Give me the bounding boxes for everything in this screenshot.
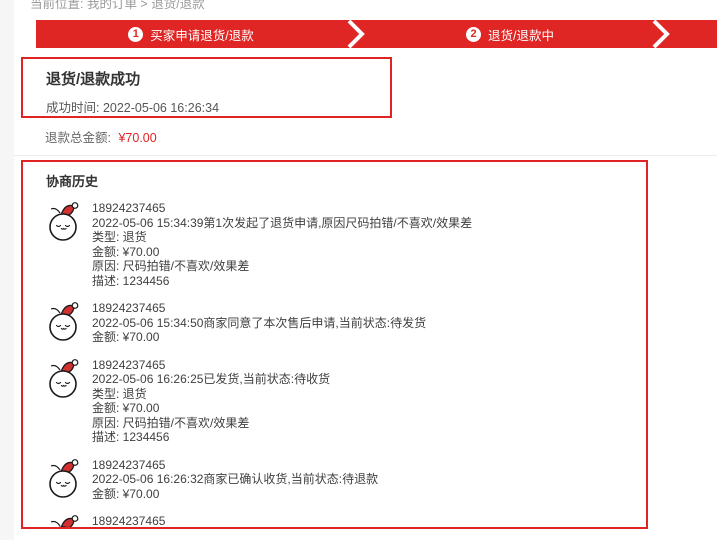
stepper-step-2: 2 退货/退款中 [366,20,654,48]
step-2-number-badge: 2 [466,27,481,42]
breadcrumb[interactable]: 当前位置: 我的订单 > 退货/退款 [30,0,205,12]
history-item-message: 2022-05-06 15:34:50商家同意了本次售后申请,当前状态:待发货 [92,316,426,331]
history-item-user: 18924237465 [92,201,472,216]
history-item-message: 2022-05-06 15:34:39第1次发起了退货申请,原因尺码拍错/不喜欢… [92,216,472,231]
history-item-user: 18924237465 [92,358,330,373]
santa-hat-face-icon [46,201,82,243]
history-item-message: 2022-05-06 16:26:34商家已退款 [92,529,263,530]
history-item-details: 类型: 退货金额: ¥70.00原因: 尺码拍错/不喜欢/效果差描述: 1234… [92,230,472,288]
history-item-text: 18924237465 2022-05-06 16:26:32商家已确认收货,当… [92,458,378,502]
santa-hat-face-icon [46,358,82,400]
history-item-text: 18924237465 2022-05-06 16:26:34商家已退款 金额:… [92,514,263,529]
history-item-details: 金额: ¥70.00 [92,330,426,345]
history-detail-line: 描述: 1234456 [92,274,472,289]
history-item: 18924237465 2022-05-06 16:26:32商家已确认收货,当… [46,458,623,502]
step-2-label: 退货/退款中 [488,25,554,44]
history-item-text: 18924237465 2022-05-06 16:26:25已发货,当前状态:… [92,358,330,445]
history-detail-line: 金额: ¥70.00 [92,330,426,345]
history-detail-line: 金额: ¥70.00 [92,401,330,416]
santa-hat-face-icon [46,301,82,343]
refund-status-box: 退货/退款成功 成功时间: 2022-05-06 16:26:34 [21,57,392,118]
history-item-details: 类型: 退货金额: ¥70.00原因: 尺码拍错/不喜欢/效果差描述: 1234… [92,387,330,445]
history-detail-line: 类型: 退货 [92,387,330,402]
refund-progress-stepper: 1 买家申请退货/退款 2 退货/退款中 [36,20,717,48]
history-detail-line: 金额: ¥70.00 [92,245,472,260]
refund-status-title: 退货/退款成功 [46,68,367,89]
refund-success-time: 成功时间: 2022-05-06 16:26:34 [46,97,367,116]
history-detail-line: 金额: ¥70.00 [92,487,378,502]
stepper-chevron-icon [652,20,671,48]
history-detail-line: 描述: 1234456 [92,430,330,445]
history-item-text: 18924237465 2022-05-06 15:34:50商家同意了本次售后… [92,301,426,345]
negotiation-history-title: 协商历史 [46,171,623,190]
santa-hat-face-icon [46,458,82,500]
history-item-details: 金额: ¥70.00 [92,487,378,502]
history-detail-line: 原因: 尺码拍错/不喜欢/效果差 [92,259,472,274]
negotiation-history-box: 协商历史 18924237465 2022-05-06 15:34:39第1次发… [21,160,648,529]
history-item: 18924237465 2022-05-06 16:26:25已发货,当前状态:… [46,358,623,445]
history-item-user: 18924237465 [92,514,263,529]
refund-total-amount: ¥70.00 [118,131,156,145]
history-list: 18924237465 2022-05-06 15:34:39第1次发起了退货申… [46,201,623,529]
history-item-message: 2022-05-06 16:26:25已发货,当前状态:待收货 [92,372,330,387]
stepper-step-1: 1 买家申请退货/退款 [36,20,346,48]
section-divider [14,155,717,156]
left-gutter [0,0,14,540]
history-item: 18924237465 2022-05-06 16:26:34商家已退款 金额:… [46,514,623,529]
history-item-user: 18924237465 [92,301,426,316]
step-1-label: 买家申请退货/退款 [150,25,253,44]
history-item-text: 18924237465 2022-05-06 15:34:39第1次发起了退货申… [92,201,472,288]
refund-total-label: 退款总金额: [45,131,111,145]
santa-hat-face-icon [46,514,82,529]
step-1-number-badge: 1 [128,27,143,42]
history-item: 18924237465 2022-05-06 15:34:50商家同意了本次售后… [46,301,623,345]
history-item-message: 2022-05-06 16:26:32商家已确认收货,当前状态:待退款 [92,472,378,487]
stepper-chevron-icon [347,20,366,48]
history-detail-line: 类型: 退货 [92,230,472,245]
refund-total-row: 退款总金额: ¥70.00 [45,127,157,146]
history-item: 18924237465 2022-05-06 15:34:39第1次发起了退货申… [46,201,623,288]
history-detail-line: 原因: 尺码拍错/不喜欢/效果差 [92,416,330,431]
history-item-user: 18924237465 [92,458,378,473]
